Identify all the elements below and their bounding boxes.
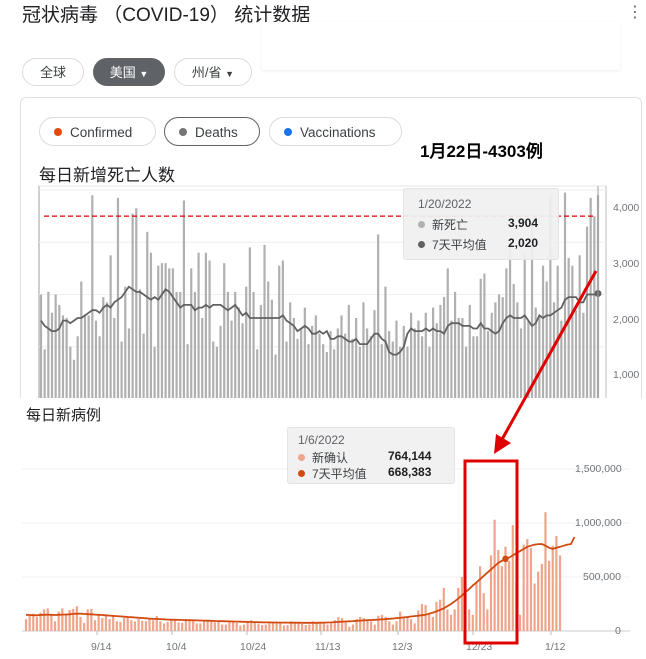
annotation-arrow-line	[498, 270, 598, 444]
highlight-box	[463, 459, 519, 645]
annotation-overlay	[463, 270, 598, 645]
